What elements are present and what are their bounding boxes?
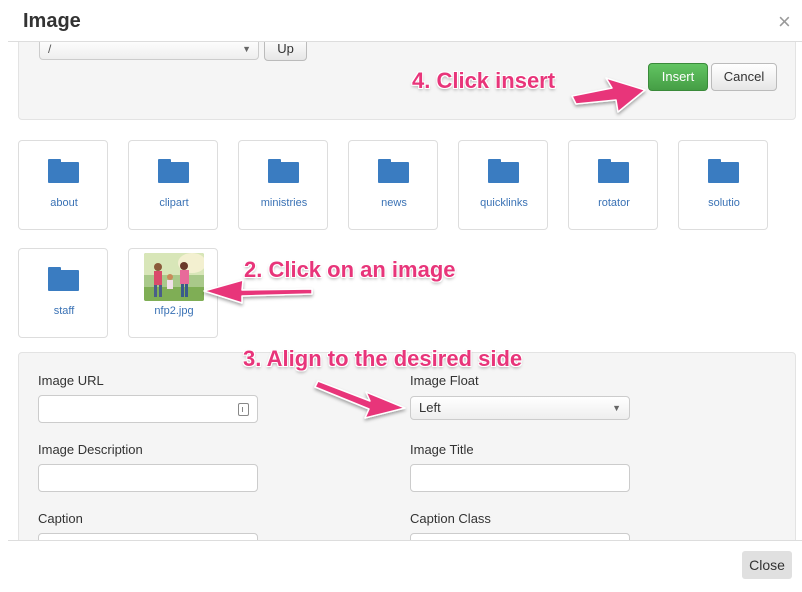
folder-tile-news[interactable]: news — [348, 140, 438, 230]
dialog-body[interactable]: / ▼ Up Insert Cancel about clipart minis… — [8, 42, 802, 540]
folder-label: clipart — [159, 197, 189, 209]
folder-icon — [158, 159, 189, 183]
image-properties-panel: Image URL Image Float Left ▼ Image Descr… — [18, 352, 796, 540]
folder-tile-solutio[interactable]: solutio — [678, 140, 768, 230]
image-float-select[interactable]: Left ▼ — [410, 396, 630, 420]
caption-class-field[interactable] — [410, 533, 630, 540]
folder-icon — [378, 159, 409, 183]
chevron-down-icon: ▼ — [242, 44, 251, 54]
caption-class-label: Caption Class — [410, 511, 491, 526]
image-float-value: Left — [419, 400, 441, 415]
image-url-label: Image URL — [38, 373, 104, 388]
folder-tile-quicklinks[interactable]: quicklinks — [458, 140, 548, 230]
folder-tile-about[interactable]: about — [18, 140, 108, 230]
directory-select-value: / — [48, 42, 52, 56]
footer-divider — [8, 540, 802, 541]
caption-field[interactable] — [38, 533, 258, 540]
cancel-button[interactable]: Cancel — [711, 63, 777, 91]
image-thumbnail[interactable] — [144, 253, 204, 301]
image-file-label: nfp2.jpg — [154, 305, 194, 317]
dialog-title: Image — [23, 10, 81, 32]
image-title-field[interactable] — [410, 464, 630, 492]
image-tile-nfp2[interactable]: nfp2.jpg — [128, 248, 218, 338]
folder-label: solutio — [708, 197, 740, 209]
folder-label: about — [50, 197, 78, 209]
folder-label: news — [381, 197, 407, 209]
annotation-step2: 2. Click on an image — [244, 257, 456, 282]
folder-icon — [268, 159, 299, 183]
image-description-label: Image Description — [38, 442, 143, 457]
folder-icon — [708, 159, 739, 183]
folder-tile-clipart[interactable]: clipart — [128, 140, 218, 230]
image-dialog: Image × / ▼ Up Insert Cancel about clipa… — [0, 0, 802, 592]
caption-label: Caption — [38, 511, 83, 526]
close-icon[interactable]: × — [778, 10, 791, 34]
folder-label: ministries — [260, 197, 308, 209]
image-title-label: Image Title — [410, 442, 474, 457]
file-picker-icon[interactable] — [238, 403, 249, 416]
close-button[interactable]: Close — [742, 551, 792, 579]
folder-tile-ministries[interactable]: ministries — [238, 140, 328, 230]
annotation-step3: 3. Align to the desired side — [243, 346, 523, 371]
folder-label: staff — [53, 305, 75, 317]
folder-icon — [488, 159, 519, 183]
chevron-down-icon: ▼ — [612, 403, 621, 413]
annotation-step4: 4. Click insert — [412, 68, 556, 93]
up-button[interactable]: Up — [264, 42, 307, 61]
folder-label: rotator — [598, 197, 630, 209]
folder-tile-rotator[interactable]: rotator — [568, 140, 658, 230]
folder-tile-staff[interactable]: staff — [18, 248, 108, 338]
image-description-field[interactable] — [38, 464, 258, 492]
image-url-field[interactable] — [38, 395, 258, 423]
image-float-label: Image Float — [410, 373, 479, 388]
toolbar-panel: / ▼ Up Insert Cancel — [18, 42, 796, 120]
folder-icon — [598, 159, 629, 183]
insert-button[interactable]: Insert — [648, 63, 708, 91]
folder-icon — [48, 159, 79, 183]
directory-select[interactable]: / ▼ — [39, 42, 259, 60]
folder-label: quicklinks — [480, 197, 528, 209]
folder-icon — [48, 267, 79, 291]
